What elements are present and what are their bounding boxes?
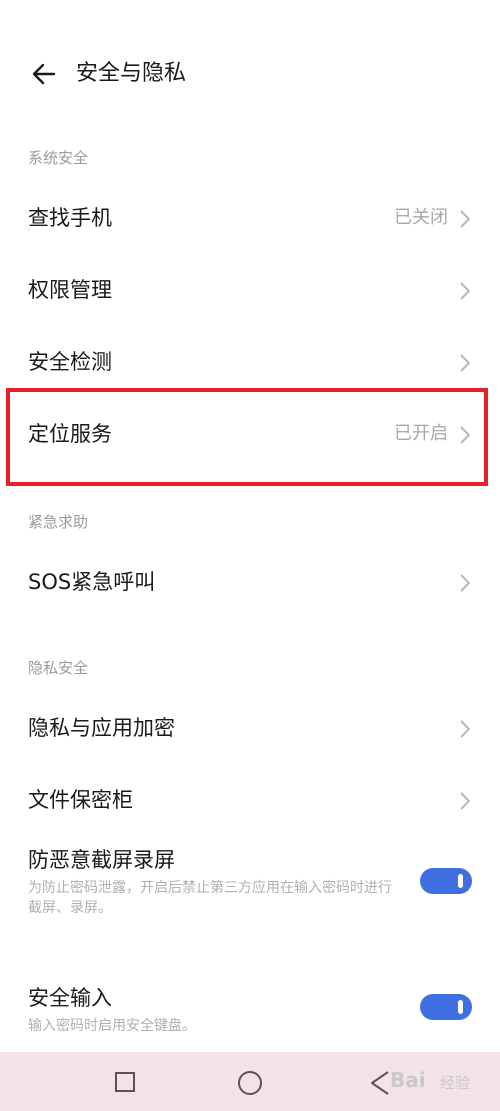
section-header-emergency: 紧急求助 [28,513,89,531]
anti-screenshot-description: 为防止密码泄露，开启后禁止第三方应用在输入密码时进行截屏、录屏。 [28,880,392,916]
home-button[interactable] [238,1071,262,1095]
chevron-right-icon [460,210,471,228]
secure-input-toggle[interactable] [420,994,472,1020]
chevron-right-icon [460,720,471,738]
back-triangle-icon[interactable] [368,1069,392,1097]
header: 安全与隐私 [0,42,500,106]
recent-apps-button[interactable] [115,1072,135,1092]
chevron-right-icon [460,282,471,300]
sos-label: SOS紧急呼叫 [28,570,156,594]
sos-item[interactable]: SOS紧急呼叫 [0,546,500,618]
page-title: 安全与隐私 [76,61,187,86]
chevron-right-icon [460,574,471,592]
find-phone-label: 查找手机 [28,206,112,230]
section-header-system: 系统安全 [28,149,89,167]
file-safe-item[interactable]: 文件保密柜 [0,764,500,836]
permissions-label: 权限管理 [28,278,112,302]
permissions-item[interactable]: 权限管理 [0,254,500,326]
app-encryption-label: 隐私与应用加密 [28,716,175,740]
anti-screenshot-toggle[interactable] [420,868,472,894]
anti-screenshot-label: 防恶意截屏录屏 [28,848,175,872]
secure-input-item: 安全输入 输入密码时启用安全键盘。 [0,984,500,1044]
chevron-right-icon [460,792,471,810]
toggle-knob [458,874,463,888]
highlight-box [6,388,488,486]
secure-input-label: 安全输入 [28,986,112,1010]
find-phone-item[interactable]: 查找手机 已关闭 [0,182,500,254]
anti-screenshot-item: 防恶意截屏录屏 为防止密码泄露，开启后禁止第三方应用在输入密码时进行截屏、录屏。 [0,846,500,926]
watermark-text: 经验 [440,1074,471,1092]
toggle-knob [458,1000,463,1014]
secure-input-description: 输入密码时启用安全键盘。 [28,1018,196,1034]
file-safe-label: 文件保密柜 [28,788,133,812]
section-header-privacy: 隐私安全 [28,659,89,677]
find-phone-status: 已关闭 [394,207,448,228]
security-check-label: 安全检测 [28,350,112,374]
chevron-right-icon [460,354,471,372]
app-encryption-item[interactable]: 隐私与应用加密 [0,692,500,764]
watermark-logo: Bai [390,1068,426,1092]
navigation-bar: Bai 经验 [0,1052,500,1111]
back-arrow-icon[interactable] [28,56,64,92]
